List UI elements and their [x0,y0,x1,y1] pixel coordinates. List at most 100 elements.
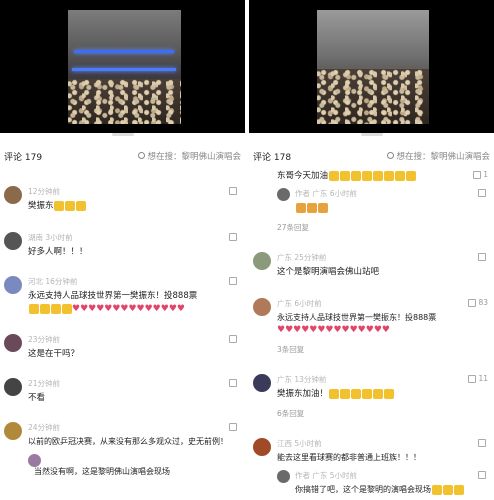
comment-text: 东哥今天加油 [277,170,416,182]
right-panel: 评论 178 想在搜：黎明佛山演唱会 东哥今天加油 1 作者 广东 6小时前 2… [249,0,494,500]
comment-meta: 江西 5小时前 [277,439,322,448]
avatar[interactable] [253,298,271,316]
avatar[interactable] [4,334,22,352]
comment-count: 评论 179 [4,153,43,163]
comment-item[interactable]: 21分钟前 不看 [4,378,241,406]
reply-item[interactable]: 作者 广东 6小时前 [253,188,490,218]
search-suggestion[interactable]: 想在搜：黎明佛山演唱会 [138,150,241,162]
left-panel: 评论 179 想在搜：黎明佛山演唱会 12分钟前 樊振东 湖南 3小时前 好多人… [0,0,245,500]
comment-item[interactable]: 12分钟前 樊振东 [4,186,241,214]
avatar[interactable] [253,374,271,392]
like-button[interactable] [229,186,239,195]
comment-meta: 广东 6小时前 [277,299,322,308]
view-replies-link[interactable]: 3条回复 [277,344,304,355]
avatar[interactable] [4,422,22,440]
comment-text: 樊振东加油！ [277,388,394,400]
reply-item[interactable]: 当然没有啊，这是黎明佛山演唱会现场 [28,454,241,478]
comments-header: 评论 179 想在搜：黎明佛山演唱会 [4,150,241,166]
comment-text: 永远支持人品球技世界第一樊振东！投888票 [28,291,198,301]
like-button[interactable]: 83 [468,298,488,307]
comment-meta: 21分钟前 [28,379,61,388]
comment-emojis: ♥♥♥♥♥♥♥♥♥♥♥♥♥♥ [28,303,185,315]
drag-handle[interactable] [361,133,383,136]
avatar[interactable] [4,276,22,294]
comment-meta: 广东 13分钟前 [277,375,327,384]
thumb-up-icon [478,439,486,447]
avatar[interactable] [4,232,22,250]
comment-item[interactable]: 江西 5小时前 能去这里看球赛的都非普通上班族！！！ [253,438,490,466]
comment-meta: 24分钟前 [28,423,61,432]
stage-light [72,68,176,71]
reply-item[interactable]: 作者 广东 5小时前 你搞错了吧，这个是黎明的演唱会现场 [253,470,490,498]
comment-text: 樊振东 [28,200,87,212]
thumb-up-icon [478,189,486,197]
thumb-up-icon [473,171,482,179]
comment-text: 不看 [28,393,46,403]
comment-item[interactable]: 湖南 3小时前 好多人啊！！！ [4,232,241,262]
avatar[interactable] [4,186,22,204]
like-button[interactable] [478,438,488,447]
like-button[interactable] [229,276,239,285]
like-button[interactable] [229,378,239,387]
comment-meta: 12分钟前 [28,187,61,196]
comment-item[interactable]: 河北 16分钟前 永远支持人品球技世界第一樊振东！投888票 ♥♥♥♥♥♥♥♥♥… [4,276,241,320]
stage-light [74,50,174,53]
video-frame[interactable] [317,10,429,124]
comment-meta: 作者 广东 6小时前 [295,189,358,198]
reply-emojis [295,202,328,214]
like-button[interactable] [478,252,488,261]
thumb-up-icon [468,299,477,307]
comment-text: 能去这里看球赛的都非普通上班族！！！ [277,453,421,462]
comment-item[interactable]: 24分钟前 以前的欧乒冠决赛，从来没有那么多观众过，史无前例！ 当然没有啊，这是… [4,422,241,492]
drag-handle[interactable] [112,133,134,136]
thumb-up-icon [478,253,486,261]
comment-text: 这个是黎明演唱会佛山站吧 [277,267,380,277]
search-icon [387,152,395,159]
like-button[interactable] [478,188,488,197]
comment-item[interactable]: 广东 6小时前 永远支持人品球技世界第一樊振东！投888票 ♥♥♥♥♥♥♥♥♥♥… [253,298,490,342]
comment-item[interactable]: 23分钟前 这是在干吗？ [4,334,241,362]
reply-text: 当然没有啊，这是黎明佛山演唱会现场 [34,467,170,476]
comment-count: 评论 178 [253,153,292,163]
search-suggestion[interactable]: 想在搜：黎明佛山演唱会 [387,150,490,162]
thumb-up-icon [229,335,237,343]
video-player[interactable] [249,0,494,133]
comment-emojis: ♥♥♥♥♥♥♥♥♥♥♥♥♥♥ [277,325,390,335]
reply-text: 你搞错了吧，这个是黎明的演唱会现场 [295,484,464,496]
thumb-up-icon [468,375,477,383]
crowd-image [68,79,181,124]
avatar[interactable] [253,252,271,270]
avatar[interactable] [277,470,290,483]
avatar[interactable] [277,188,290,201]
view-replies-link[interactable]: 27条回复 [277,222,309,233]
view-replies-link[interactable]: 6条回复 [277,408,304,419]
avatar[interactable] [4,378,22,396]
comment-item[interactable]: 东哥今天加油 1 [253,170,490,186]
crowd-image [317,69,429,124]
comment-meta: 23分钟前 [28,335,61,344]
like-button[interactable] [229,334,239,343]
thumb-up-icon [229,233,237,241]
avatar[interactable] [253,438,271,456]
comment-item[interactable]: 广东 13分钟前 樊振东加油！ 11 [253,374,490,404]
comment-meta: 作者 广东 5小时前 [295,471,358,480]
comment-item[interactable]: 广东 25分钟前 这个是黎明演唱会佛山站吧 [253,252,490,280]
like-button[interactable]: 1 [473,170,488,179]
comment-text: 好多人啊！！！ [28,247,88,257]
comment-text: 以前的欧乒冠决赛，从来没有那么多观众过，史无前例！ [28,437,228,446]
like-button[interactable] [229,422,239,431]
like-button[interactable]: 11 [468,374,488,383]
comment-meta: 广东 25分钟前 [277,253,327,262]
like-button[interactable] [478,470,488,479]
video-frame[interactable] [68,10,181,124]
comment-text: 这是在干吗？ [28,349,80,359]
comments-header: 评论 178 想在搜：黎明佛山演唱会 [253,150,490,166]
thumb-up-icon [478,471,486,479]
comment-text: 永远支持人品球技世界第一樊振东！投888票 [277,313,437,322]
like-button[interactable] [229,232,239,241]
thumb-up-icon [229,379,237,387]
video-player[interactable] [0,0,245,133]
thumb-up-icon [229,187,237,195]
thumb-up-icon [229,277,237,285]
thumb-up-icon [229,423,237,431]
